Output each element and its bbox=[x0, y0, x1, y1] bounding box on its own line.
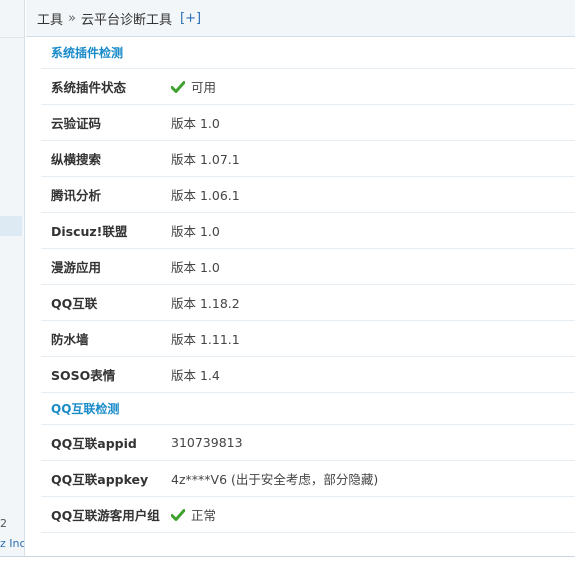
row-value: 版本 1.0 bbox=[171, 257, 575, 276]
qq-rows: QQ互联appid 310739813 QQ互联appkey 4z****V6 (出于… bbox=[41, 425, 575, 533]
row-value: 4z****V6 (出于安全考虑，部分隐藏) bbox=[171, 469, 575, 488]
row-value-text: 版本 1.0 bbox=[171, 260, 220, 275]
row-value: 版本 1.11.1 bbox=[171, 329, 575, 348]
table-row: 纵横搜索 版本 1.07.1 bbox=[41, 141, 575, 177]
row-value: 版本 1.0 bbox=[171, 221, 575, 240]
row-label: 云验证码 bbox=[51, 116, 102, 131]
main-panel: 工具 » 云平台诊断工具 [+] 系统插件检测 系统插件状态 可用 云验证码 版本 1… bbox=[26, 0, 575, 556]
row-label: Discuz!联盟 bbox=[51, 224, 128, 239]
row-value-text: 版本 1.07.1 bbox=[171, 152, 240, 167]
add-shortcut-link[interactable]: [+] bbox=[180, 11, 201, 26]
section-title-plugins: 系统插件检测 bbox=[41, 37, 575, 69]
table-row: 漫游应用 版本 1.0 bbox=[41, 249, 575, 285]
table-row: 系统插件状态 可用 bbox=[41, 69, 575, 105]
diagnostics-table: 系统插件检测 系统插件状态 可用 云验证码 版本 1.0 纵横搜索 版本 1.07.1 腾讯… bbox=[41, 37, 575, 533]
row-value-text: 可用 bbox=[191, 80, 217, 95]
row-value: 版本 1.0 bbox=[171, 113, 575, 132]
table-row: QQ互联appkey 4z****V6 (出于安全考虑，部分隐藏) bbox=[41, 461, 575, 497]
row-value: 版本 1.4 bbox=[171, 365, 575, 384]
row-value-text: 版本 1.4 bbox=[171, 368, 220, 383]
row-label: SOSO表情 bbox=[51, 368, 116, 383]
table-row: Discuz!联盟 版本 1.0 bbox=[41, 213, 575, 249]
row-value-text: 版本 1.06.1 bbox=[171, 188, 240, 203]
breadcrumb-current: 云平台诊断工具 bbox=[80, 12, 172, 28]
table-row: QQ互联appid 310739813 bbox=[41, 425, 575, 461]
row-value-text: 版本 1.18.2 bbox=[171, 296, 240, 311]
row-label: 系统插件状态 bbox=[51, 80, 127, 95]
row-label: QQ互联appid bbox=[51, 436, 137, 451]
row-value-text: 310739813 bbox=[171, 435, 243, 450]
row-value-text: 正常 bbox=[191, 508, 217, 523]
sidebar-footer-version: 2 bbox=[0, 517, 7, 530]
row-label: 防水墙 bbox=[51, 332, 89, 347]
row-label: 漫游应用 bbox=[51, 260, 102, 275]
breadcrumb: 工具 » 云平台诊断工具 [+] bbox=[26, 0, 575, 37]
breadcrumb-root[interactable]: 工具 bbox=[37, 9, 63, 28]
table-row: 防水墙 版本 1.11.1 bbox=[41, 321, 575, 357]
row-value: 310739813 bbox=[171, 435, 575, 450]
table-row: 腾讯分析 版本 1.06.1 bbox=[41, 177, 575, 213]
sidebar-footer-copyright: z Inc. bbox=[0, 537, 25, 550]
row-label: 腾讯分析 bbox=[51, 188, 102, 203]
row-value: 可用 bbox=[170, 77, 575, 96]
plugin-rows: 系统插件状态 可用 云验证码 版本 1.0 纵横搜索 版本 1.07.1 腾讯分析 版本 1.… bbox=[41, 69, 575, 393]
table-row: 云验证码 版本 1.0 bbox=[41, 105, 575, 141]
table-row: SOSO表情 版本 1.4 bbox=[41, 357, 575, 393]
breadcrumb-separator: » bbox=[68, 10, 76, 26]
table-row: QQ互联游客用户组 正常 bbox=[41, 497, 575, 533]
check-icon bbox=[170, 80, 186, 93]
table-row: QQ互联 版本 1.18.2 bbox=[41, 285, 575, 321]
row-label: 纵横搜索 bbox=[51, 152, 102, 167]
row-value-text: 版本 1.0 bbox=[171, 224, 220, 239]
row-value: 版本 1.07.1 bbox=[171, 149, 575, 168]
divider bbox=[0, 37, 24, 38]
row-value-text: 4z****V6 (出于安全考虑，部分隐藏) bbox=[171, 472, 379, 487]
row-label: QQ互联 bbox=[51, 296, 98, 311]
row-label: QQ互联游客用户组 bbox=[51, 508, 160, 523]
sidebar-highlight[interactable] bbox=[0, 216, 22, 236]
left-sidebar-fragment: 2 z Inc. bbox=[0, 0, 25, 565]
row-value-text: 版本 1.0 bbox=[171, 116, 220, 131]
row-value: 版本 1.18.2 bbox=[171, 293, 575, 312]
row-value: 正常 bbox=[170, 505, 575, 524]
row-value-text: 版本 1.11.1 bbox=[171, 332, 240, 347]
section-title-qq: QQ互联检测 bbox=[41, 393, 575, 425]
row-value: 版本 1.06.1 bbox=[171, 185, 575, 204]
row-label: QQ互联appkey bbox=[51, 472, 149, 487]
check-icon bbox=[170, 508, 186, 521]
